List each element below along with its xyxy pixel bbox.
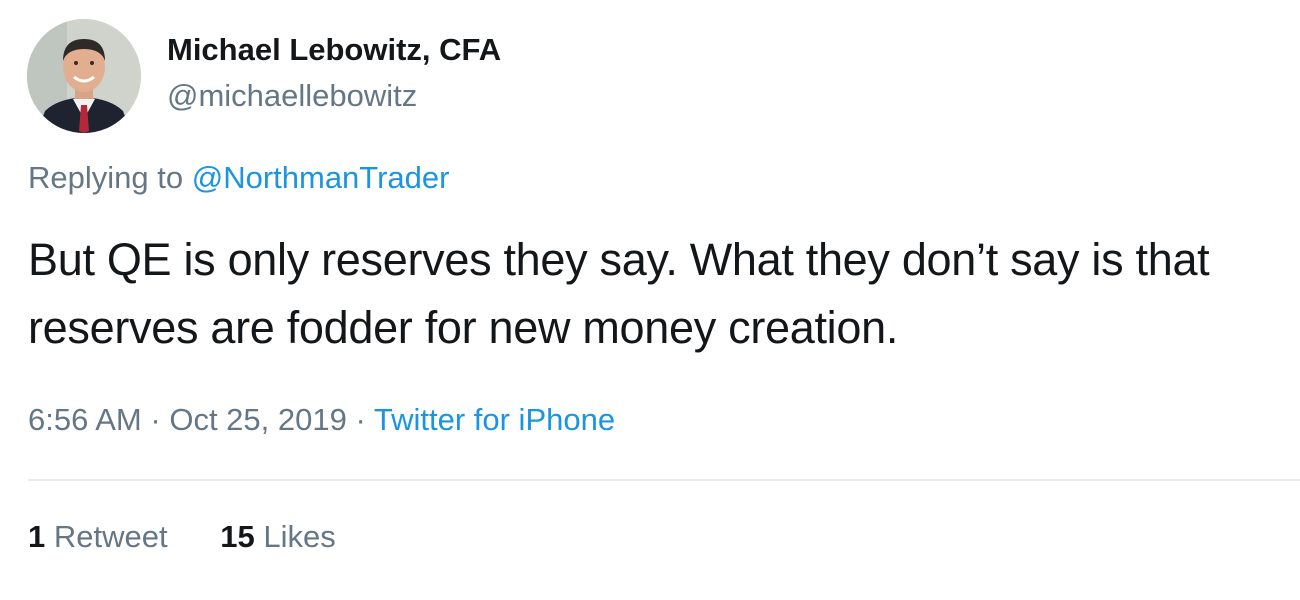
tweet-stats: 1 Retweet 15 Likes xyxy=(28,519,336,555)
likes-count: 15 xyxy=(220,519,255,554)
tweet-source-link[interactable]: Twitter for iPhone xyxy=(374,402,615,437)
tweet-metadata: 6:56 AM · Oct 25, 2019 · Twitter for iPh… xyxy=(28,402,615,438)
retweets-stat[interactable]: 1 Retweet xyxy=(28,519,168,555)
meta-separator: · xyxy=(355,402,366,437)
profile-photo xyxy=(27,19,141,133)
replying-to-line: Replying to @NorthmanTrader xyxy=(28,160,449,196)
author-handle[interactable]: @michaellebowitz xyxy=(167,78,417,114)
avatar[interactable] xyxy=(27,19,141,133)
reply-mention-link[interactable]: @NorthmanTrader xyxy=(192,160,450,195)
replying-to-label: Replying to xyxy=(28,160,184,195)
divider xyxy=(28,479,1300,481)
likes-label: Likes xyxy=(263,519,336,554)
tweet-text: But QE is only reserves they say. What t… xyxy=(28,234,1210,353)
tweet-date[interactable]: Oct 25, 2019 xyxy=(169,402,347,437)
retweets-count: 1 xyxy=(28,519,46,554)
retweets-label: Retweet xyxy=(53,519,168,554)
tweet-time[interactable]: 6:56 AM xyxy=(28,402,142,437)
meta-separator: · xyxy=(150,402,161,437)
likes-stat[interactable]: 15 Likes xyxy=(220,519,335,555)
tweet-card: Michael Lebowitz, CFA @michaellebowitz R… xyxy=(0,0,1300,600)
author-display-name[interactable]: Michael Lebowitz, CFA xyxy=(167,32,501,68)
